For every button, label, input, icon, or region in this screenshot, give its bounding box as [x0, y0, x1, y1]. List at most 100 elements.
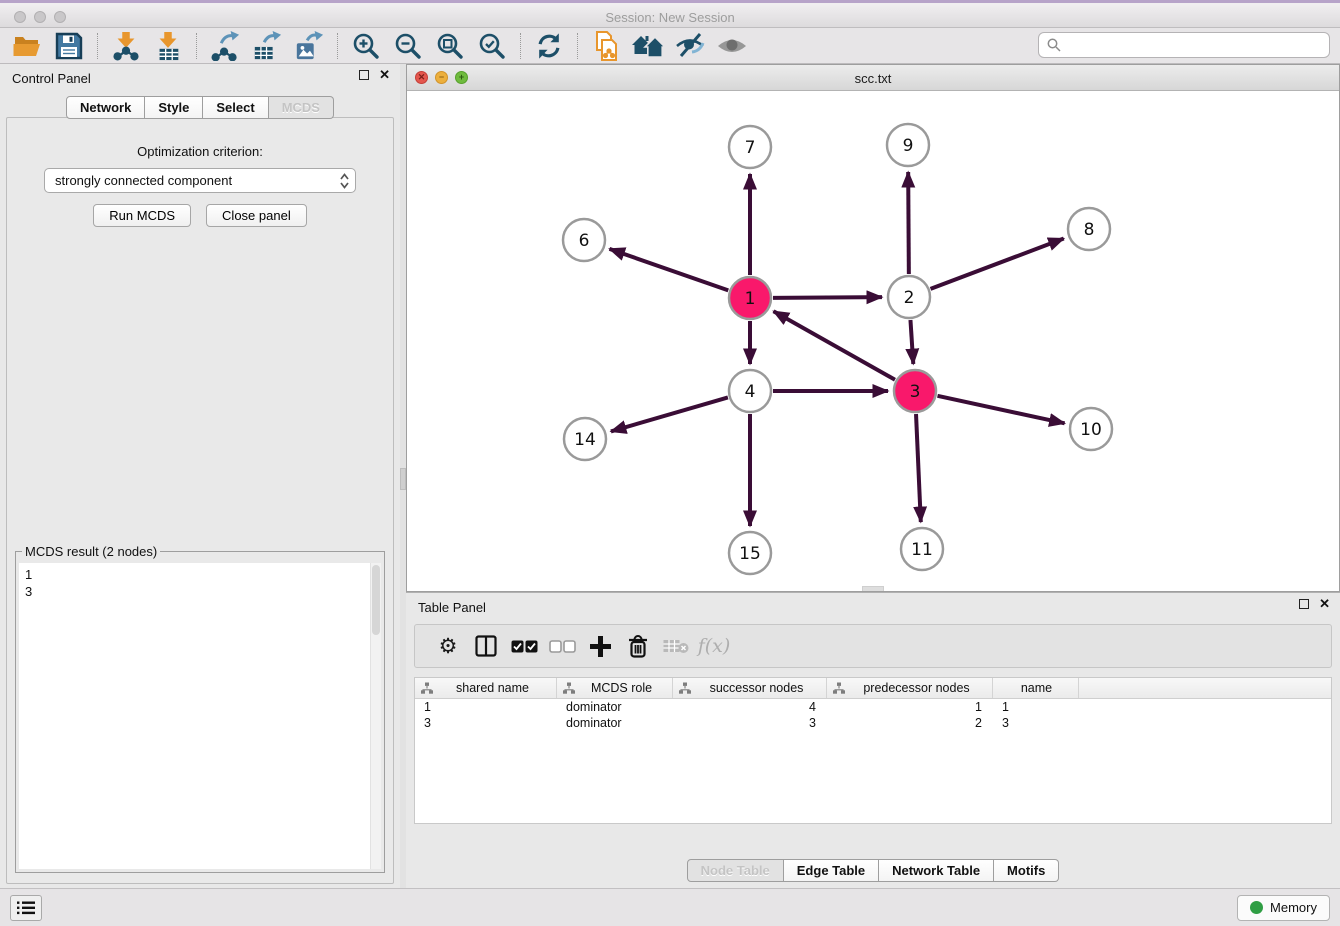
table-row[interactable]: 3 dominator 3 2 3 [415, 715, 1331, 731]
show-all-button[interactable] [711, 30, 753, 62]
home-networks-button[interactable] [627, 30, 669, 62]
tab-network-table[interactable]: Network Table [879, 859, 994, 882]
toolbar-separator [337, 33, 338, 59]
select-all-button[interactable] [505, 629, 543, 663]
network-canvas[interactable]: 7968124314101511 [407, 91, 1339, 591]
network-window-titlebar[interactable]: ✕ − + scc.txt [407, 65, 1339, 91]
close-panel-icon[interactable]: ✕ [379, 70, 390, 80]
table-row[interactable]: 1 dominator 4 1 1 [415, 699, 1331, 715]
tab-network[interactable]: Network [66, 96, 145, 119]
open-session-button[interactable] [6, 30, 48, 62]
export-image-icon [294, 31, 324, 61]
horizontal-splitter-grip[interactable] [862, 586, 884, 591]
eye-slash-icon [674, 31, 706, 61]
graph-node-label-9: 9 [903, 136, 914, 156]
toolbar-separator [196, 33, 197, 59]
tab-node-table[interactable]: Node Table [687, 859, 784, 882]
graph-edge-1-2[interactable] [773, 297, 882, 298]
delete-column-button[interactable] [619, 629, 657, 663]
fx-icon: f(x) [698, 635, 731, 657]
cell-shared-name[interactable]: 3 [415, 715, 557, 731]
search-input[interactable] [1067, 37, 1321, 54]
column-header-name[interactable]: name [993, 678, 1079, 698]
task-history-button[interactable] [10, 895, 42, 921]
import-table-button[interactable] [147, 30, 189, 62]
cell-successor-nodes[interactable]: 3 [673, 715, 827, 731]
clone-network-button[interactable] [585, 30, 627, 62]
cell-successor-nodes[interactable]: 4 [673, 699, 827, 715]
hierarchy-icon [833, 682, 845, 694]
graph-node-label-8: 8 [1084, 220, 1095, 240]
result-scrollbar-thumb[interactable] [372, 565, 380, 635]
graph-node-label-14: 14 [574, 430, 596, 450]
control-panel-title: Control Panel [12, 71, 91, 86]
columns-icon [475, 635, 497, 657]
graph-edge-2-9[interactable] [908, 172, 909, 274]
plus-icon [590, 636, 611, 657]
graph-node-label-1: 1 [745, 289, 756, 309]
network-graph[interactable]: 7968124314101511 [407, 91, 1339, 591]
zoom-selected-button[interactable] [471, 30, 513, 62]
apply-layout-button[interactable] [528, 30, 570, 62]
column-header-predecessor-nodes[interactable]: predecessor nodes [827, 678, 993, 698]
close-panel-button[interactable]: Close panel [206, 204, 307, 227]
column-header-mcds-role[interactable]: MCDS role [557, 678, 673, 698]
column-header-shared-name[interactable]: shared name [415, 678, 557, 698]
mcds-result-area[interactable]: 1 3 [19, 563, 381, 869]
graph-node-label-2: 2 [904, 288, 915, 308]
import-network-button[interactable] [105, 30, 147, 62]
cell-name[interactable]: 1 [993, 699, 1079, 715]
result-scrollbar[interactable] [370, 563, 381, 869]
tab-select[interactable]: Select [203, 96, 268, 119]
cell-predecessor-nodes[interactable]: 1 [827, 699, 993, 715]
column-visibility-button[interactable] [467, 629, 505, 663]
export-image-button[interactable] [288, 30, 330, 62]
float-panel-icon[interactable] [359, 70, 369, 80]
tab-motifs[interactable]: Motifs [994, 859, 1059, 882]
cell-name[interactable]: 3 [993, 715, 1079, 731]
criterion-value: strongly connected component [55, 173, 232, 188]
cell-shared-name[interactable]: 1 [415, 699, 557, 715]
graph-edge-2-3[interactable] [910, 320, 913, 364]
table-settings-button[interactable]: ⚙ [429, 629, 467, 663]
column-header-successor-nodes[interactable]: successor nodes [673, 678, 827, 698]
graph-edge-4-14[interactable] [611, 397, 728, 431]
save-session-button[interactable] [48, 30, 90, 62]
export-table-button[interactable] [246, 30, 288, 62]
cell-predecessor-nodes[interactable]: 2 [827, 715, 993, 731]
float-table-panel-icon[interactable] [1299, 599, 1309, 609]
memory-button[interactable]: Memory [1237, 895, 1330, 921]
zoom-out-button[interactable] [387, 30, 429, 62]
cell-mcds-role[interactable]: dominator [557, 699, 673, 715]
tab-mcds[interactable]: MCDS [269, 96, 334, 119]
criterion-select[interactable]: strongly connected component [44, 168, 356, 193]
graph-edge-2-8[interactable] [931, 239, 1064, 289]
table-toolbar: ⚙ [414, 624, 1332, 668]
mcds-result-values: 1 3 [19, 563, 381, 603]
graph-node-label-10: 10 [1080, 420, 1102, 440]
graph-edge-3-1[interactable] [774, 311, 895, 379]
graph-node-label-3: 3 [910, 382, 921, 402]
deselect-all-button[interactable] [543, 629, 581, 663]
graph-edge-3-11[interactable] [916, 414, 921, 522]
zoom-fit-button[interactable] [429, 30, 471, 62]
create-column-button[interactable] [581, 629, 619, 663]
toolbar-separator [577, 33, 578, 59]
session-title: Session: New Session [0, 10, 1340, 25]
delete-table-button-disabled [657, 629, 695, 663]
run-mcds-button[interactable]: Run MCDS [93, 204, 191, 227]
tab-style[interactable]: Style [145, 96, 203, 119]
cell-mcds-role[interactable]: dominator [557, 715, 673, 731]
node-table: shared name MCDS role successor nodes pr… [414, 677, 1332, 824]
mcds-result-legend: MCDS result (2 nodes) [22, 544, 160, 559]
zoom-out-icon [393, 31, 423, 61]
graph-edge-1-6[interactable] [609, 249, 728, 291]
close-table-panel-icon[interactable]: ✕ [1319, 599, 1330, 609]
hierarchy-icon [563, 682, 575, 694]
graph-edge-3-10[interactable] [937, 396, 1064, 423]
hide-selected-button[interactable] [669, 30, 711, 62]
tab-edge-table[interactable]: Edge Table [784, 859, 879, 882]
zoom-in-button[interactable] [345, 30, 387, 62]
export-network-button[interactable] [204, 30, 246, 62]
graph-node-label-15: 15 [739, 544, 761, 564]
